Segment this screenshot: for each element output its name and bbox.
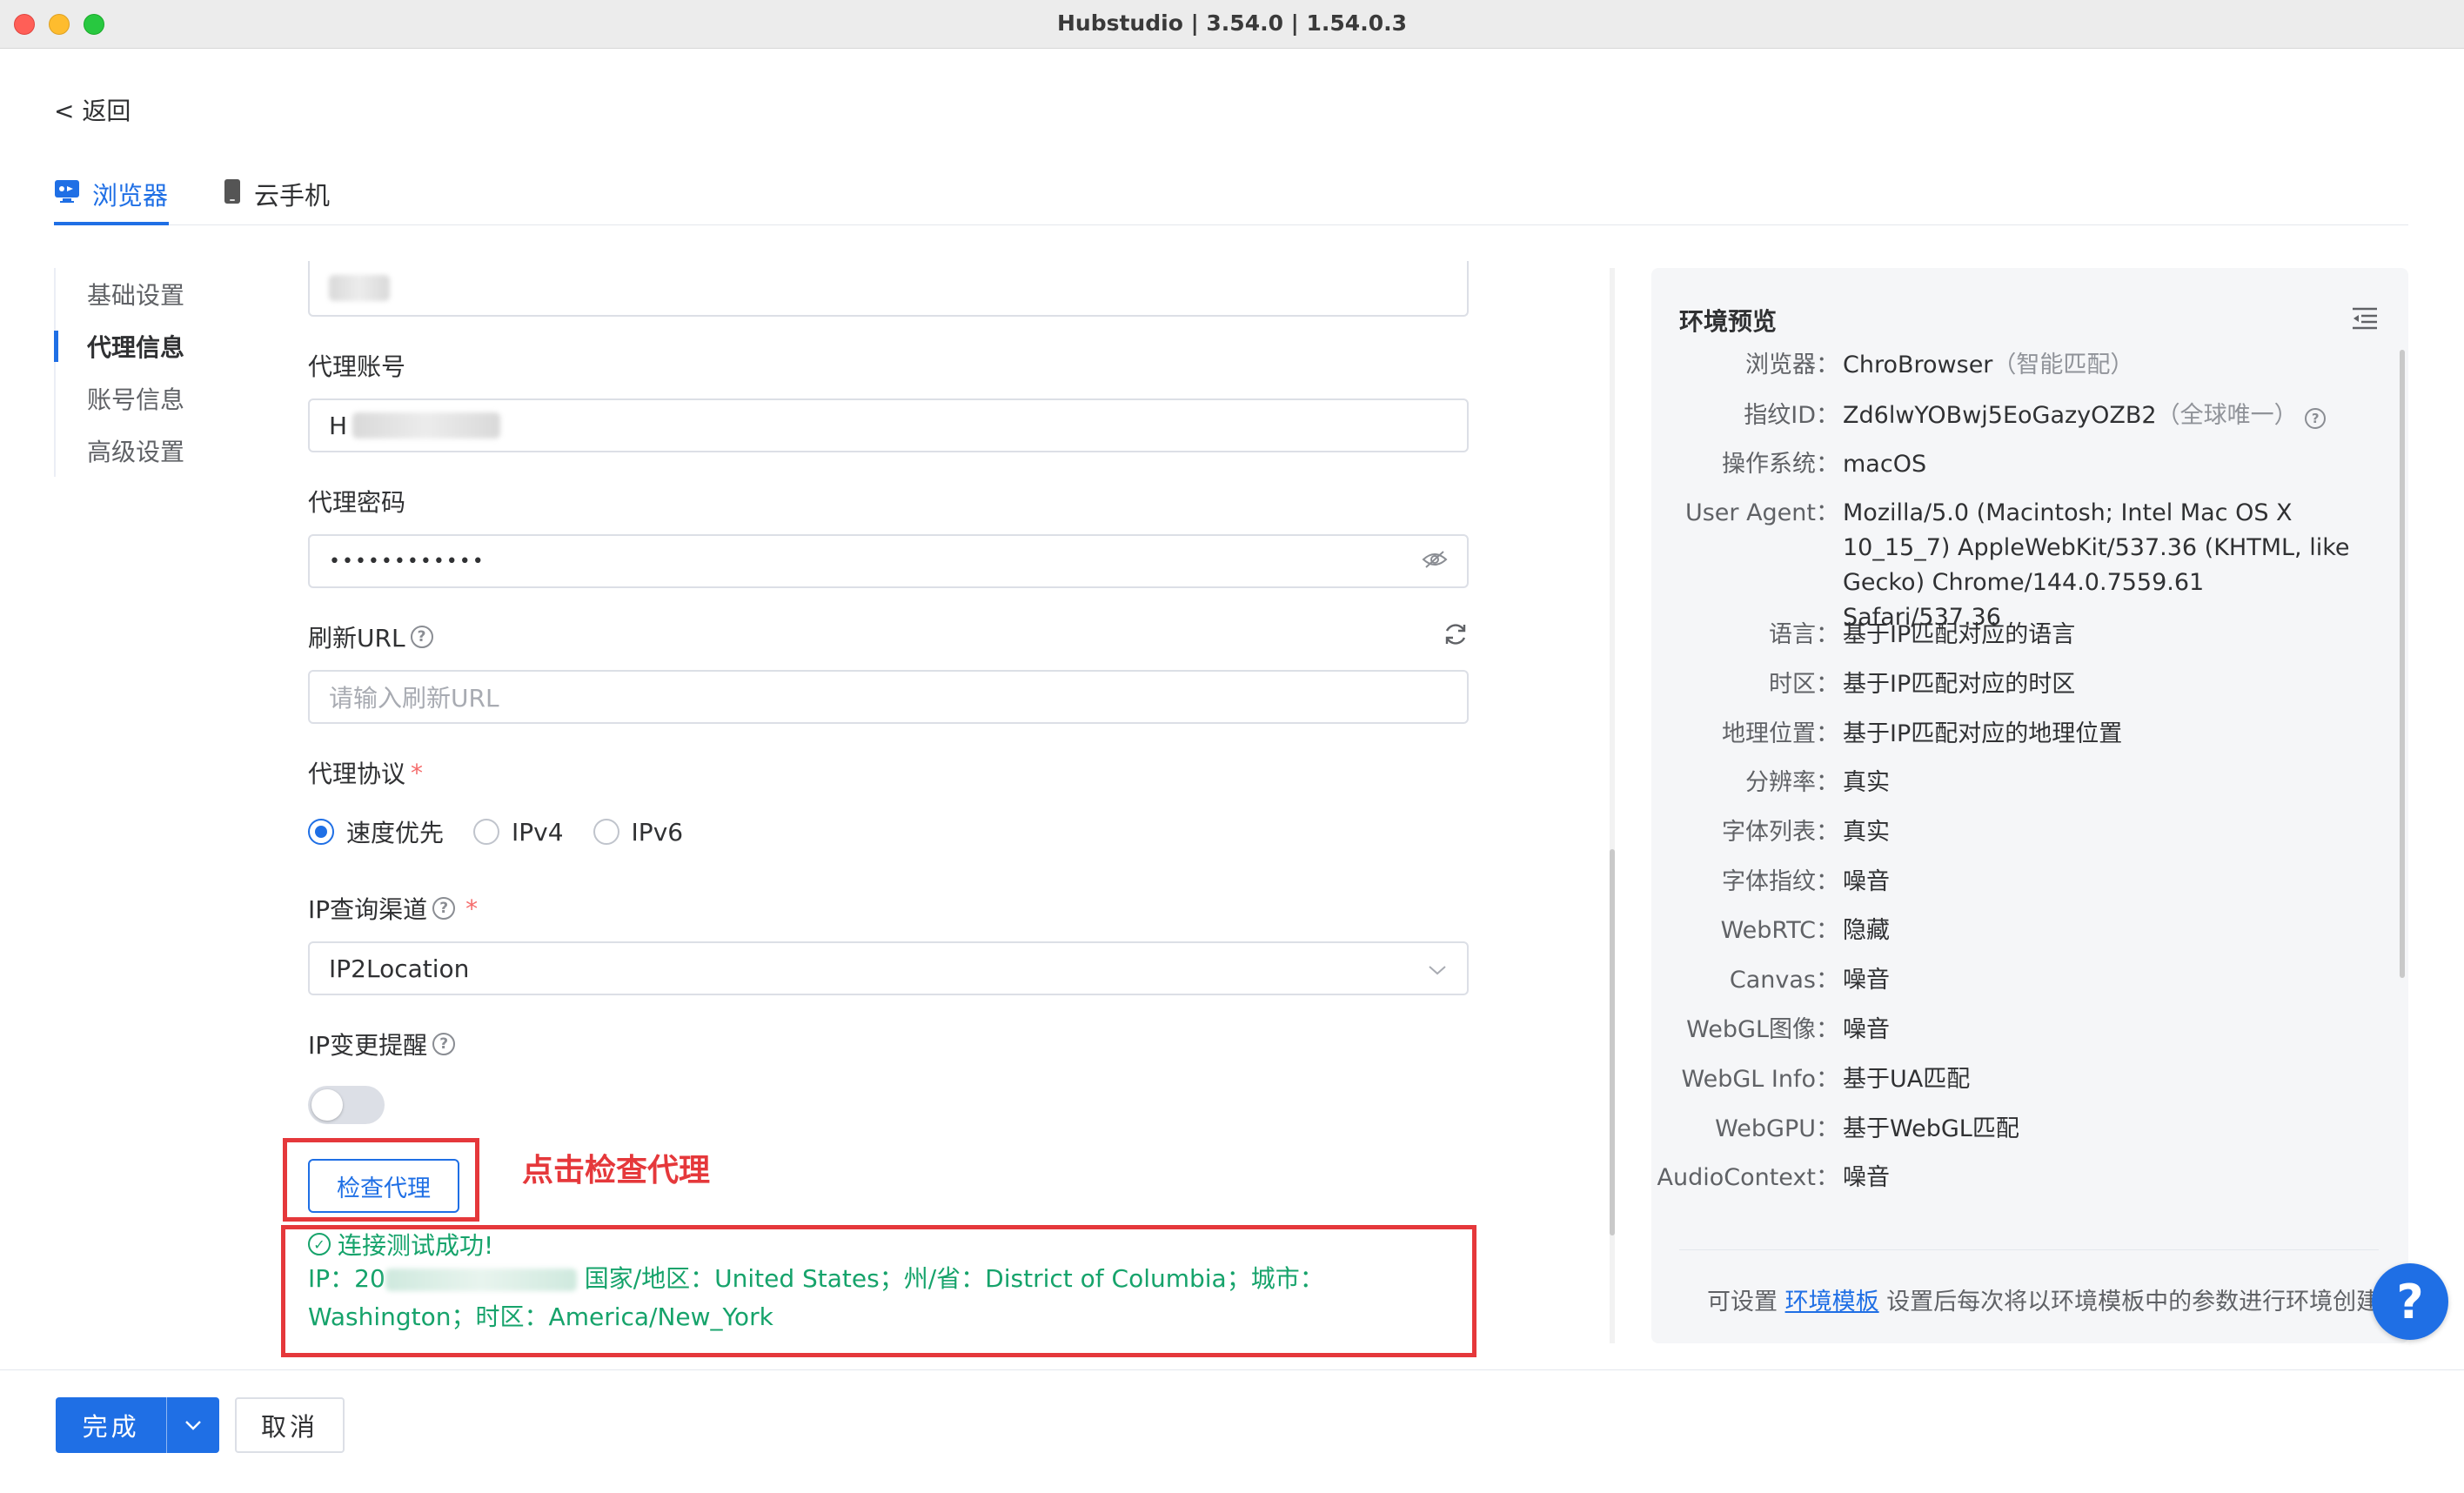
tab-cloud-phone[interactable]: 云手机 (223, 176, 330, 212)
preview-row-canvas: Canvas： 噪音 (1729, 967, 1890, 994)
question-icon[interactable]: ? (432, 897, 456, 920)
radio-ipv4-label[interactable]: IPv4 (512, 818, 564, 847)
nav-item-advanced-settings[interactable]: 高级设置 (87, 433, 184, 468)
nav-item-account-info[interactable]: 账号信息 (87, 381, 184, 416)
done-button[interactable]: 完成 (56, 1397, 168, 1453)
preview-row-webrtc: WebRTC： 隐藏 (1720, 917, 1890, 944)
proxy-account-input[interactable]: H (308, 398, 1469, 452)
nav-item-basic-settings[interactable]: 基础设置 (87, 277, 184, 311)
check-circle-icon: ✓ (308, 1233, 331, 1255)
form-scrollbar[interactable] (1610, 849, 1615, 1235)
active-tab-indicator (54, 222, 169, 225)
tab-cloud-phone-label: 云手机 (254, 181, 331, 211)
ip-channel-select[interactable]: IP2Location (308, 941, 1469, 995)
tab-browser-label: 浏览器 (92, 181, 169, 211)
nav-item-proxy-info[interactable]: 代理信息 (87, 329, 184, 364)
refresh-icon[interactable] (1443, 621, 1469, 651)
radio-ipv6-label[interactable]: IPv6 (632, 818, 684, 847)
check-proxy-button[interactable]: 检查代理 (308, 1159, 459, 1213)
window-title: Hubstudio | 3.54.0 | 1.54.0.3 (1056, 10, 1407, 36)
chevron-down-icon[interactable] (167, 1397, 219, 1453)
question-icon[interactable]: ? (2305, 408, 2327, 429)
help-button[interactable]: ? (2372, 1263, 2448, 1340)
phone-icon (223, 178, 242, 211)
refresh-url-label: 刷新URL ? (308, 619, 433, 654)
menu-indent-icon[interactable] (2351, 306, 2379, 331)
proxy-account-value: H (329, 411, 348, 440)
refresh-url-input[interactable]: 请输入刷新URL (308, 670, 1469, 724)
radio-speed-first[interactable] (308, 819, 334, 845)
question-icon[interactable]: ? (410, 626, 433, 648)
preview-title: 环境预览 (1679, 307, 1778, 336)
preview-row-browser: 浏览器： ChroBrowser（智能匹配） (1745, 351, 2134, 378)
protocol-radio-group: 速度优先 IPv4 IPv6 (308, 814, 683, 849)
proxy-password-value: •••••••••••• (329, 550, 485, 572)
ip-change-toggle[interactable] (308, 1086, 385, 1124)
nav-active-indicator (54, 331, 58, 362)
protocol-label: 代理协议 * (308, 758, 424, 789)
window-titlebar: Hubstudio | 3.54.0 | 1.54.0.3 (0, 0, 2464, 49)
annotation-text: 点击检查代理 (522, 1153, 711, 1188)
preview-row-webgpu: WebGPU： 基于WebGL匹配 (1715, 1115, 2019, 1142)
redacted-value (329, 275, 390, 301)
preview-footer: 可设置 环境模板 设置后每次将以环境模板中的参数进行环境创建 (1707, 1289, 2380, 1316)
question-icon[interactable]: ? (432, 1033, 456, 1055)
environment-template-link[interactable]: 环境模板 (1785, 1289, 1879, 1316)
preview-row-fingerprint: 指纹ID： Zd6lwYOBwj5EoGazyOZB2（全球唯一） ? (1653, 398, 2367, 433)
preview-row-resolution: 分辨率： 真实 (1745, 769, 1890, 796)
back-link[interactable]: < 返回 (54, 92, 131, 127)
redacted-ip (385, 1269, 577, 1291)
ip-info-text: IP：20 国家/地区：United States；州/省：District o… (308, 1260, 1465, 1336)
browser-tab-icon (54, 179, 80, 210)
eye-off-icon[interactable] (1422, 547, 1448, 576)
proxy-account-label: 代理账号 (308, 352, 406, 381)
preview-row-user-agent: User Agent： Mozilla/5.0 (Macintosh; Inte… (1684, 499, 2350, 631)
tab-browser[interactable]: 浏览器 (54, 176, 168, 212)
success-text: 连接测试成功! (338, 1231, 494, 1260)
preview-row-timezone: 时区： 基于IP匹配对应的时区 (1769, 671, 2076, 698)
preview-row-font-list: 字体列表： 真实 (1722, 819, 1890, 846)
proxy-password-input[interactable]: •••••••••••• (308, 534, 1469, 588)
radio-speed-first-label[interactable]: 速度优先 (346, 814, 444, 849)
preview-row-audiocontext: AudioContext： 噪音 (1657, 1164, 1890, 1191)
nav-track (54, 268, 56, 477)
done-split-button: 完成 (56, 1397, 219, 1453)
redacted-value (352, 412, 501, 439)
proxy-port-field[interactable] (308, 261, 1469, 317)
ip-channel-value: IP2Location (329, 954, 470, 983)
preview-row-geolocation: 地理位置： 基于IP匹配对应的地理位置 (1722, 720, 2123, 747)
connection-success: ✓ 连接测试成功! (308, 1227, 493, 1262)
ip-change-label: IP变更提醒 ? (308, 1027, 456, 1061)
tabs-divider (54, 224, 2408, 225)
preview-row-language: 语言： 基于IP匹配对应的语言 (1769, 621, 2076, 648)
ip-prefix: IP：20 (308, 1264, 385, 1293)
refresh-url-placeholder: 请输入刷新URL (329, 684, 499, 713)
radio-ipv4[interactable] (473, 819, 500, 845)
preview-row-webgl-image: WebGL图像： 噪音 (1686, 1016, 1890, 1043)
preview-row-webgl-info: WebGL Info： 基于UA匹配 (1681, 1066, 1971, 1093)
preview-scrollbar[interactable] (2400, 350, 2405, 978)
radio-ipv6[interactable] (593, 819, 619, 845)
proxy-password-label: 代理密码 (308, 488, 406, 517)
preview-row-os: 操作系统： macOS (1722, 451, 1927, 478)
ip-channel-label: IP查询渠道 ? * (308, 894, 479, 925)
chevron-down-icon (1427, 954, 1448, 983)
footer-divider (0, 1369, 2464, 1370)
cancel-button[interactable]: 取消 (235, 1397, 345, 1453)
preview-divider (1679, 1249, 2379, 1250)
preview-row-font-fingerprint: 字体指纹： 噪音 (1722, 868, 1890, 895)
